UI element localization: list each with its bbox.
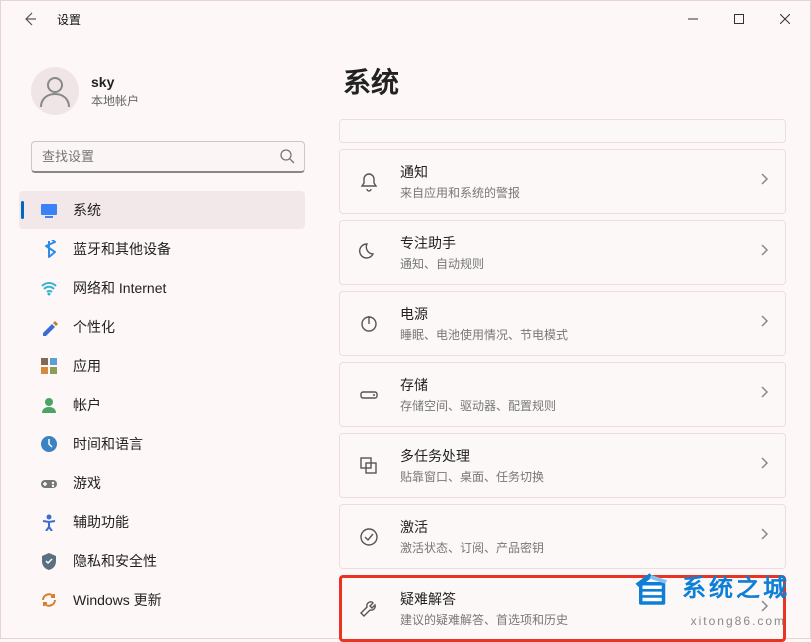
card-moon[interactable]: 专注助手 通知、自动规则	[339, 220, 786, 285]
account-block[interactable]: sky 本地帐户	[19, 43, 321, 135]
sidebar-item-apps[interactable]: 应用	[19, 347, 305, 385]
troubleshoot-icon	[356, 598, 382, 620]
bluetooth-icon	[39, 240, 59, 258]
storage-icon	[356, 384, 382, 406]
power-icon	[356, 313, 382, 335]
card-subtitle: 激活状态、订阅、产品密钥	[400, 539, 759, 556]
wifi-icon	[39, 279, 59, 297]
account-name: sky	[91, 74, 139, 90]
card-subtitle: 存储空间、驱动器、配置规则	[400, 397, 759, 414]
card-subtitle: 通知、自动规则	[400, 255, 759, 272]
sidebar-item-label: 游戏	[73, 473, 101, 493]
title-bar: 设置	[1, 1, 810, 37]
close-button[interactable]	[762, 1, 808, 37]
minimize-button[interactable]	[670, 1, 716, 37]
chevron-right-icon	[759, 385, 769, 404]
sidebar-item-label: 网络和 Internet	[73, 278, 166, 298]
update-icon	[39, 591, 59, 609]
sidebar-item-wifi[interactable]: 网络和 Internet	[19, 269, 305, 307]
window-title: 设置	[57, 11, 81, 28]
maximize-button[interactable]	[716, 1, 762, 37]
card-bell[interactable]: 通知 来自应用和系统的警报	[339, 149, 786, 214]
card-storage[interactable]: 存储 存储空间、驱动器、配置规则	[339, 362, 786, 427]
card-multitask[interactable]: 多任务处理 贴靠窗口、桌面、任务切换	[339, 433, 786, 498]
card-power[interactable]: 电源 睡眠、电池使用情况、节电模式	[339, 291, 786, 356]
card-title: 多任务处理	[400, 446, 759, 466]
watermark-url: xitong86.com	[691, 614, 786, 628]
search-icon	[279, 148, 295, 169]
watermark: 系统之城	[632, 568, 790, 610]
sidebar-item-label: 隐私和安全性	[73, 551, 157, 571]
chevron-right-icon	[759, 172, 769, 191]
sidebar-item-label: 蓝牙和其他设备	[73, 239, 171, 259]
sidebar-item-label: 应用	[73, 356, 101, 376]
card-title: 通知	[400, 162, 759, 182]
sidebar-item-label: 时间和语言	[73, 434, 143, 454]
card-title: 专注助手	[400, 233, 759, 253]
card-prev-peek[interactable]	[339, 119, 786, 143]
maximize-icon	[734, 14, 744, 24]
sidebar-item-label: 帐户	[73, 395, 101, 415]
page-title: 系统	[343, 61, 786, 101]
sidebar-item-label: 辅助功能	[73, 512, 129, 532]
account-icon	[39, 396, 59, 414]
search-input[interactable]	[31, 141, 305, 173]
account-subtitle: 本地帐户	[91, 92, 139, 109]
card-subtitle: 睡眠、电池使用情况、节电模式	[400, 326, 759, 343]
privacy-icon	[39, 552, 59, 570]
activate-icon	[356, 526, 382, 548]
chevron-right-icon	[759, 456, 769, 475]
card-subtitle: 贴靠窗口、桌面、任务切换	[400, 468, 759, 485]
sidebar-item-privacy[interactable]: 隐私和安全性	[19, 542, 305, 580]
multitask-icon	[356, 455, 382, 477]
watermark-logo-icon	[632, 568, 674, 610]
card-title: 电源	[400, 304, 759, 324]
sidebar-item-account[interactable]: 帐户	[19, 386, 305, 424]
personalize-icon	[39, 318, 59, 336]
sidebar-item-gaming[interactable]: 游戏	[19, 464, 305, 502]
close-icon	[780, 14, 790, 24]
system-icon	[39, 201, 59, 219]
sidebar-item-personalize[interactable]: 个性化	[19, 308, 305, 346]
sidebar: sky 本地帐户 系统蓝牙和其他设备网络和 Internet 个性化应用帐户时间和…	[1, 37, 321, 637]
card-title: 存储	[400, 375, 759, 395]
sidebar-item-accessibility[interactable]: 辅助功能	[19, 503, 305, 541]
chevron-right-icon	[759, 314, 769, 333]
user-icon	[34, 70, 76, 112]
sidebar-item-label: 系统	[73, 200, 101, 220]
watermark-text: 系统之城	[682, 577, 790, 601]
sidebar-item-system[interactable]: 系统	[19, 191, 305, 229]
sidebar-item-bluetooth[interactable]: 蓝牙和其他设备	[19, 230, 305, 268]
apps-icon	[39, 357, 59, 375]
chevron-right-icon	[759, 243, 769, 262]
sidebar-item-time-lang[interactable]: 时间和语言	[19, 425, 305, 463]
time-lang-icon	[39, 435, 59, 453]
sidebar-item-label: Windows 更新	[73, 590, 162, 610]
avatar	[31, 67, 79, 115]
gaming-icon	[39, 474, 59, 492]
cards-list: 通知 来自应用和系统的警报 专注助手 通知、自动规则 电源 睡眠、电池使用情况、…	[339, 119, 786, 642]
main-panel: 系统 通知 来自应用和系统的警报 专注助手 通知、自动规则 电源 睡眠、电池使用…	[321, 37, 810, 637]
chevron-right-icon	[759, 527, 769, 546]
bell-icon	[356, 171, 382, 193]
sidebar-item-update[interactable]: Windows 更新	[19, 581, 305, 619]
minimize-icon	[688, 14, 698, 24]
arrow-left-icon	[22, 11, 38, 27]
card-subtitle: 来自应用和系统的警报	[400, 184, 759, 201]
sidebar-item-label: 个性化	[73, 317, 115, 337]
moon-icon	[356, 242, 382, 264]
accessibility-icon	[39, 513, 59, 531]
card-title: 激活	[400, 517, 759, 537]
back-button[interactable]	[19, 8, 41, 30]
card-activate[interactable]: 激活 激活状态、订阅、产品密钥	[339, 504, 786, 569]
nav-list: 系统蓝牙和其他设备网络和 Internet 个性化应用帐户时间和语言游戏辅助功能隐…	[19, 191, 305, 619]
